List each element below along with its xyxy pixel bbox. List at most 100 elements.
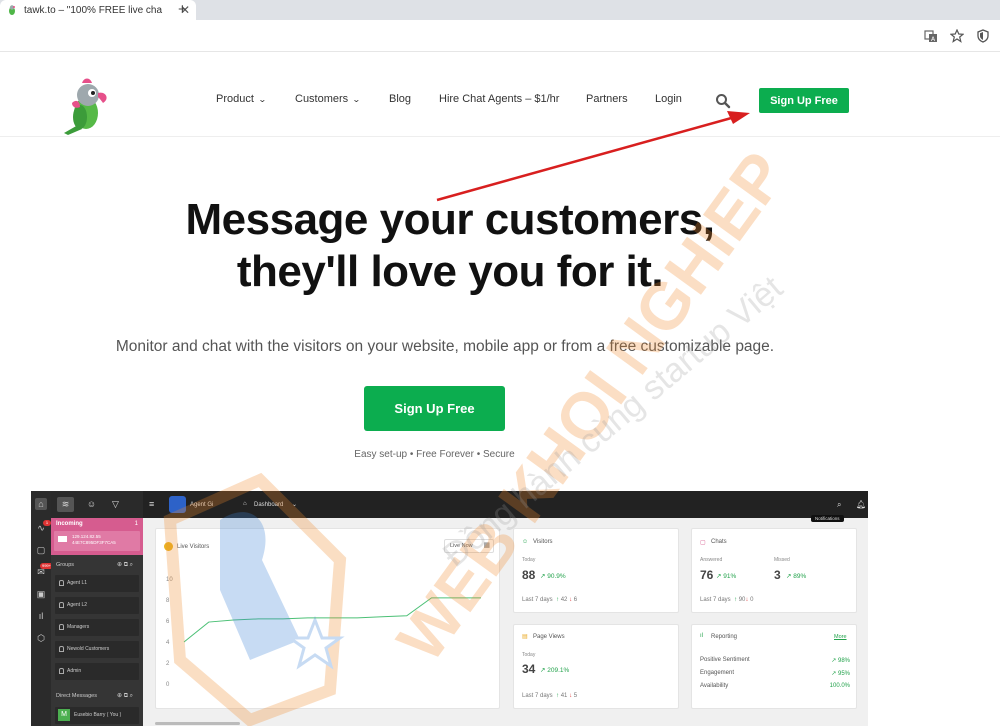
chats-icon: ▢ <box>700 540 706 546</box>
visitors-card: ☺ Visitors Today 88 ↗ 90.9% Last 7 days … <box>513 528 679 613</box>
sidebar-toolbar: ≋ ☺ ▽ <box>51 491 143 518</box>
visitors-trend: ↗ 90.9% <box>540 573 566 580</box>
chat-icon[interactable]: ▢ <box>35 544 47 556</box>
live-visitors-card: Live Visitors Live Now ▦ 10 8 6 4 2 0 <box>155 528 500 709</box>
chevron-down-icon: ⌄ <box>257 95 267 104</box>
chats-title: Chats <box>711 539 727 545</box>
visitors-series-line <box>183 597 481 643</box>
reporting-more-link[interactable]: More <box>834 634 847 640</box>
reporting-row: Availability 100.0% <box>700 683 850 689</box>
chevron-down-icon: ⌄ <box>292 502 298 508</box>
group-row[interactable]: Agent L1 <box>55 575 139 592</box>
reports-icon[interactable]: ıl <box>35 610 47 622</box>
groups-actions-icon[interactable]: ⊕ ⧉ ⌕ <box>117 561 133 569</box>
live-visitors-title: Live Visitors <box>177 544 210 550</box>
reporting-title: Reporting <box>711 634 738 640</box>
bell-icon[interactable]: 🔔︎ <box>856 500 866 509</box>
page-views-card: ▤ Page Views Today 34 ↗ 209.1% Last 7 da… <box>513 624 679 709</box>
contacts-icon[interactable]: ▣ <box>35 588 47 600</box>
visitors-icon: ☺ <box>522 539 529 545</box>
nav-hire-chat-agents[interactable]: Hire Chat Agents – $1/hr <box>439 93 559 105</box>
dm-row[interactable]: M Eusebio Barry ( You ) <box>55 707 139 724</box>
header-signup-button[interactable]: Sign Up Free <box>759 88 849 113</box>
agent-name[interactable]: Agent Gi <box>190 502 213 508</box>
layers-icon[interactable]: ≋ <box>57 497 74 512</box>
visitors-value: 88 <box>522 568 536 582</box>
browser-toolbar: A <box>0 20 1000 52</box>
hero-signup-button[interactable]: Sign Up Free <box>364 386 505 431</box>
browser-tabstrip: tawk.to – "100% FREE live cha ✕ + <box>0 0 1000 20</box>
nav-login[interactable]: Login <box>655 93 682 105</box>
groups-label: Groups <box>56 562 75 568</box>
page-views-value: 34 <box>522 662 536 676</box>
dashboard-topbar: ≡ Agent Gi ⌂ Dashboard ⌄ ⌕ 🔔︎ <box>143 491 868 518</box>
dashboard-preview: ⌂ ∿ 1 ▢ ✉ 999+ ▣ ıl ⬡ ≋ ☺ ▽ Incoming 1 1… <box>31 491 868 726</box>
group-row[interactable]: Managers <box>55 619 139 636</box>
reporting-row: Engagement ↗ 95% <box>700 670 850 677</box>
browser-tab[interactable]: tawk.to – "100% FREE live cha ✕ <box>0 0 196 20</box>
group-icon <box>59 580 64 586</box>
nav-blog[interactable]: Blog <box>389 93 411 105</box>
group-row[interactable]: Newold Customers <box>55 641 139 658</box>
hero-title-line2: they'll love you for it. <box>236 247 664 296</box>
incoming-visitor-row[interactable]: 129.124.82.55 44E7C895DF3F7CA5 <box>54 531 140 551</box>
tawk-parrot-logo[interactable] <box>58 73 118 135</box>
visitors-footer: Last 7 days ↑ 42 ↓ 6 <box>522 597 578 603</box>
user-avatar: M <box>58 709 70 721</box>
property-logo[interactable] <box>169 496 186 513</box>
missed-value: 3 <box>774 568 781 582</box>
shield-extension-icon[interactable] <box>976 29 990 43</box>
reporting-icon: ıl <box>700 633 703 639</box>
bookmark-star-icon[interactable] <box>950 29 964 43</box>
group-row[interactable]: Agent L2 <box>55 597 139 614</box>
translate-icon[interactable]: A <box>924 29 938 43</box>
hero-title-line1: Message your customers, <box>185 195 715 244</box>
search-small-icon[interactable]: ⌕ <box>837 500 841 510</box>
nav-product[interactable]: Product ⌄ <box>216 93 267 105</box>
home-icon[interactable]: ⌂ <box>35 498 47 510</box>
incoming-section[interactable]: Incoming 1 129.124.82.55 44E7C895DF3F7CA… <box>51 518 143 555</box>
nav-partners[interactable]: Partners <box>586 93 628 105</box>
hero-subtitle: Monitor and chat with the visitors on yo… <box>115 338 775 355</box>
group-icon <box>59 602 64 608</box>
answered-trend: ↗ 91% <box>716 573 737 580</box>
filter-icon[interactable]: ▽ <box>107 497 124 512</box>
visitors-period: Today <box>522 557 536 563</box>
addons-icon[interactable]: ⬡ <box>35 632 47 644</box>
dm-actions-icon[interactable]: ⊕ ⧉ ⌕ <box>117 692 133 700</box>
dashboard-dropdown[interactable]: Dashboard <box>254 502 283 508</box>
calendar-icon: ▦ <box>483 542 490 549</box>
live-now-filter[interactable]: Live Now ▦ <box>444 539 494 553</box>
answered-value: 76 <box>700 568 714 582</box>
visitor-id: 44E7C895DF3F7CA5 <box>72 540 116 545</box>
menu-icon[interactable]: ≡ <box>149 499 154 509</box>
y-tick-label: 2 <box>166 661 170 667</box>
live-visitors-chart: 10 8 6 4 2 0 <box>166 577 481 688</box>
incoming-title: Incoming <box>56 521 83 527</box>
agent-icon[interactable]: ☺ <box>83 497 100 512</box>
answered-label: Answered <box>700 557 723 563</box>
hero-features: Easy set-up • Free Forever • Secure <box>354 449 515 460</box>
dashboard-rail: ⌂ ∿ 1 ▢ ✉ 999+ ▣ ıl ⬡ <box>31 491 53 726</box>
group-row[interactable]: Admin <box>55 663 139 680</box>
reporting-card: ıl Reporting More Positive Sentiment ↗ 98… <box>691 624 857 709</box>
live-visitors-icon <box>164 542 173 551</box>
y-tick-label: 6 <box>166 619 170 625</box>
dashboard-sidebar: ≋ ☺ ▽ Incoming 1 129.124.82.55 44E7C895D… <box>51 491 143 726</box>
direct-messages-label: Direct Messages <box>56 693 97 699</box>
visitors-title: Visitors <box>533 539 553 545</box>
missed-trend: ↗ 89% <box>786 573 807 580</box>
y-tick-label: 8 <box>166 598 170 604</box>
horizontal-scrollbar[interactable] <box>155 722 240 725</box>
group-icon <box>59 668 64 674</box>
search-icon[interactable] <box>715 93 731 109</box>
page-views-title: Page Views <box>533 634 565 640</box>
chevron-down-icon: ⌄ <box>352 95 361 104</box>
new-tab-icon[interactable]: + <box>178 1 187 18</box>
page-views-footer: Last 7 days ↑ 41 ↓ 5 <box>522 693 578 699</box>
group-icon <box>59 624 64 630</box>
home-small-icon: ⌂ <box>243 501 247 507</box>
nav-customers[interactable]: Customers ⌄ <box>295 93 361 105</box>
site-header: Product ⌄ Customers ⌄ Blog Hire Chat Agent… <box>0 55 1000 137</box>
notifications-tooltip: Notifications <box>811 515 844 522</box>
